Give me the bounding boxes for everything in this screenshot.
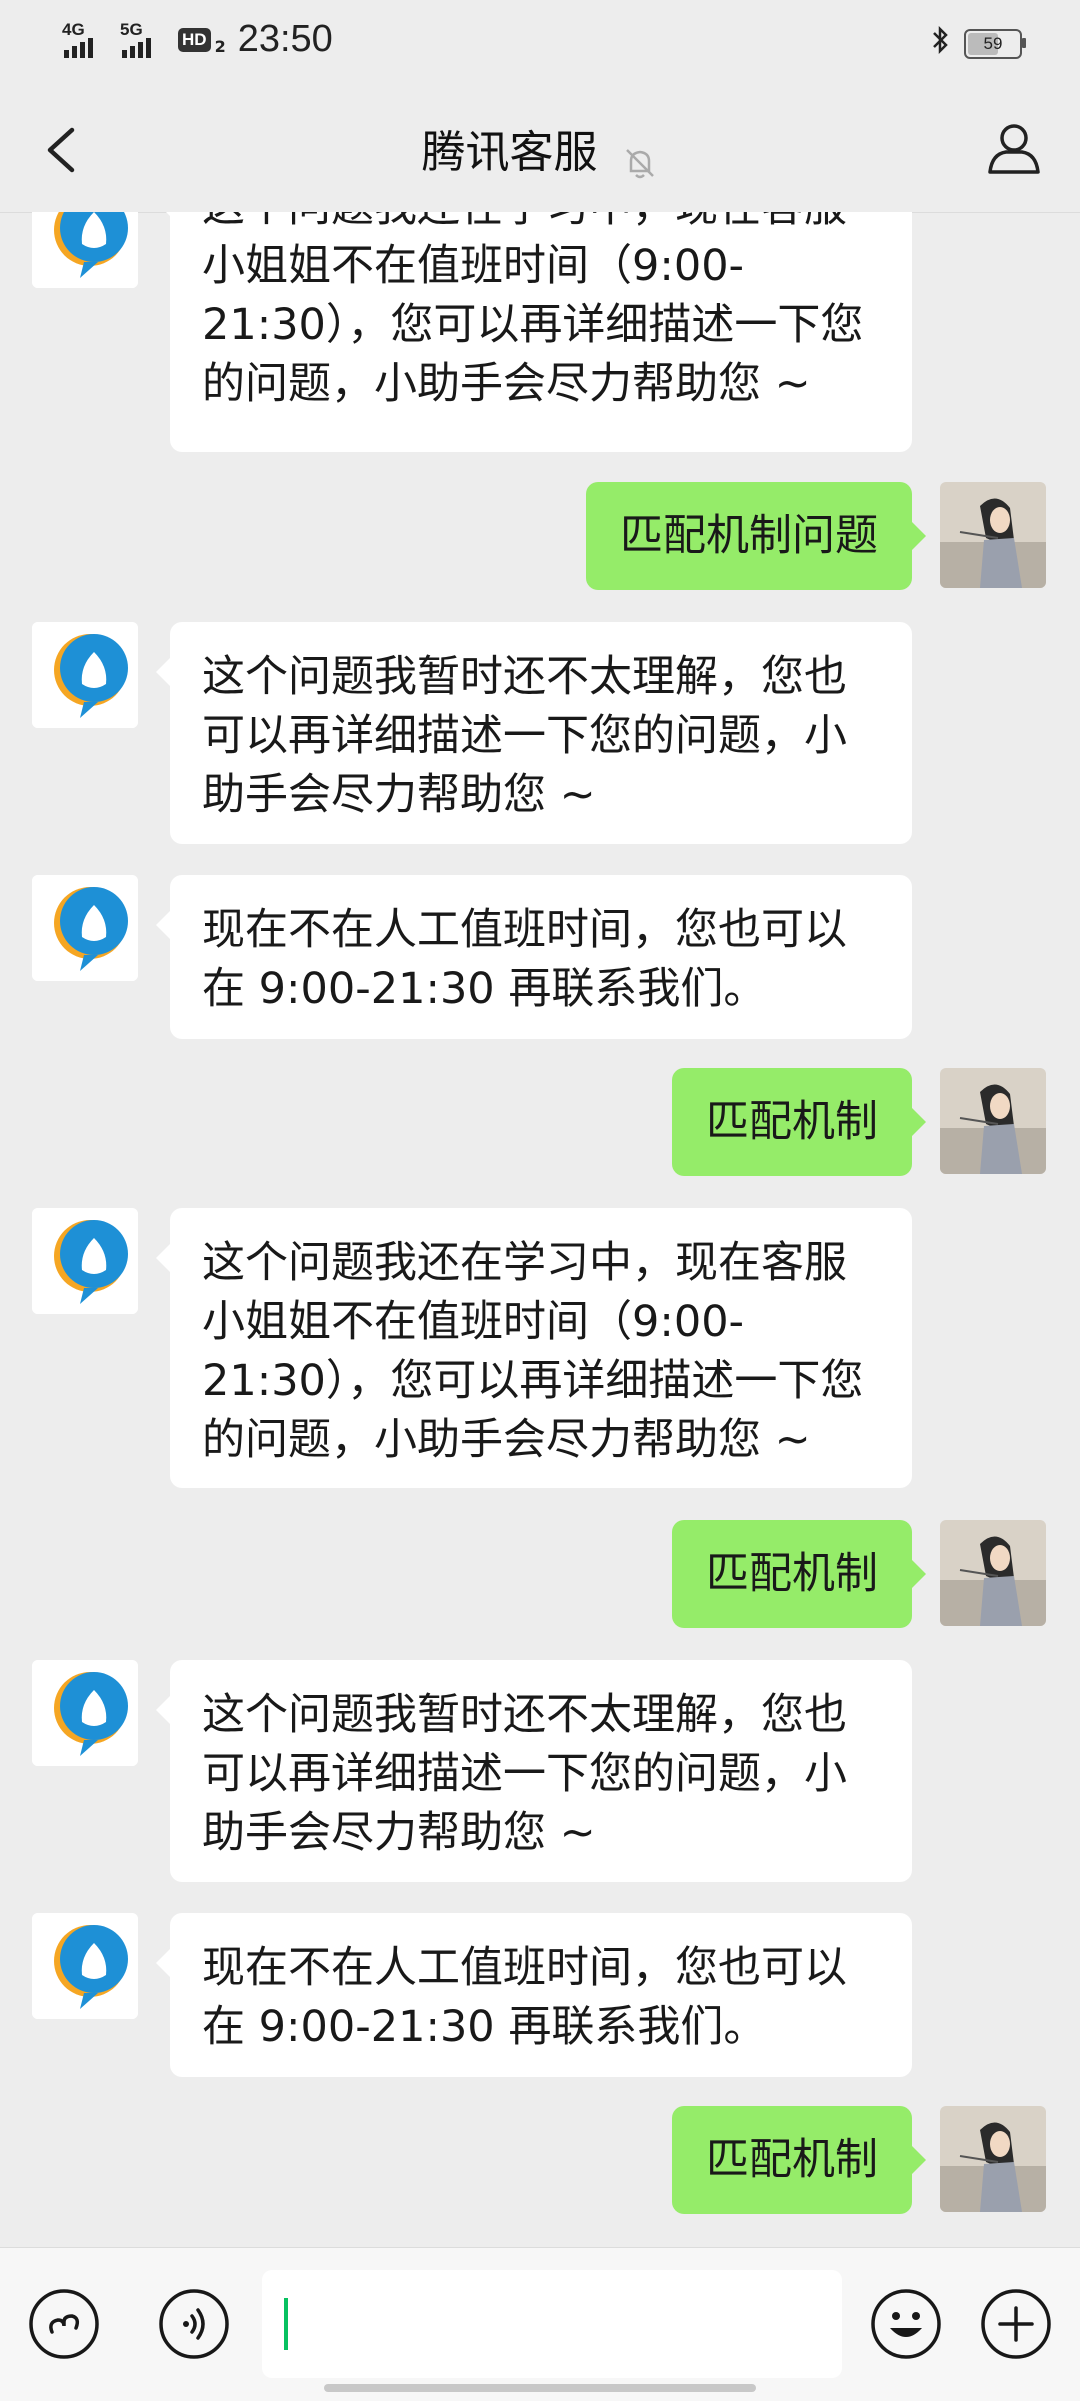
voice-icon xyxy=(159,2289,229,2359)
bot-avatar[interactable] xyxy=(32,622,138,728)
qq-bot-avatar-icon xyxy=(32,1208,138,1314)
user-avatar-image xyxy=(940,1520,1046,1626)
plus-button[interactable] xyxy=(980,2288,1052,2360)
message-bubble-bot[interactable]: 这个问题我暂时还不太理解，您也可以再详细描述一下您的问题，小助手会尽力帮助您 ~ xyxy=(156,622,912,844)
battery-level: 59 xyxy=(983,33,1003,53)
signal-label-5g: 5G xyxy=(120,19,143,39)
message-input[interactable] xyxy=(262,2270,842,2378)
user-avatar[interactable] xyxy=(940,2106,1046,2212)
page-title: 腾讯客服 xyxy=(421,127,598,178)
message-bubble-user[interactable]: 匹配机制 xyxy=(672,2106,926,2214)
input-bar xyxy=(0,2247,1080,2401)
user-avatar-image xyxy=(940,482,1046,588)
chat-area[interactable]: 这个问题我还在学习中，现在客服小姐姐不在值班时间（9:00-21:30），您可以… xyxy=(0,212,1080,2247)
nav-bar: 腾讯客服 xyxy=(0,84,1080,213)
signal-4g-icon: 4G xyxy=(62,20,108,60)
message-bubble-user[interactable]: 匹配机制问题 xyxy=(586,482,926,590)
message-bubble-bot[interactable]: 这个问题我还在学习中，现在客服小姐姐不在值班时间（9:00-21:30），您可以… xyxy=(156,1208,912,1488)
message-bubble-user[interactable]: 匹配机制 xyxy=(672,1520,926,1628)
message-bubble-bot[interactable]: 这个问题我还在学习中，现在客服小姐姐不在值班时间（9:00-21:30），您可以… xyxy=(156,212,912,452)
battery-icon: 59 xyxy=(964,28,1026,59)
bot-avatar[interactable] xyxy=(32,1660,138,1766)
text-caret xyxy=(284,2298,288,2350)
voice-button[interactable] xyxy=(158,2288,230,2360)
qq-bot-avatar-icon xyxy=(32,212,138,288)
bot-avatar[interactable] xyxy=(32,212,138,288)
qq-bot-avatar-icon xyxy=(32,622,138,728)
emoji-icon xyxy=(871,2289,941,2359)
hd-sub-label: 2 xyxy=(214,37,226,56)
qq-bot-avatar-icon xyxy=(32,1660,138,1766)
bot-avatar[interactable] xyxy=(32,875,138,981)
message-bubble-user[interactable]: 匹配机制 xyxy=(672,1068,926,1176)
hd-volte-icon: HD xyxy=(178,27,211,52)
user-avatar-image xyxy=(940,2106,1046,2212)
message-bubble-bot[interactable]: 现在不在人工值班时间，您也可以在 9:00-21:30 再联系我们。 xyxy=(156,875,912,1039)
profile-button[interactable] xyxy=(984,118,1044,178)
user-avatar[interactable] xyxy=(940,1068,1046,1174)
bot-avatar[interactable] xyxy=(32,1208,138,1314)
message-bubble-bot[interactable]: 这个问题我暂时还不太理解，您也可以再详细描述一下您的问题，小助手会尽力帮助您 ~ xyxy=(156,1660,912,1882)
qq-bot-avatar-icon xyxy=(32,1913,138,2019)
signal-5g-icon: 5G xyxy=(120,20,166,60)
plus-icon xyxy=(981,2289,1051,2359)
bluetooth-icon xyxy=(928,24,954,63)
qq-bot-avatar-icon xyxy=(32,875,138,981)
user-avatar[interactable] xyxy=(940,1520,1046,1626)
bell-off-icon xyxy=(625,148,654,178)
home-indicator[interactable] xyxy=(324,2384,756,2392)
link-icon xyxy=(29,2289,99,2359)
mini-program-button[interactable] xyxy=(28,2288,100,2360)
message-bubble-bot[interactable]: 现在不在人工值班时间，您也可以在 9:00-21:30 再联系我们。 xyxy=(156,1913,912,2077)
user-avatar-image xyxy=(940,1068,1046,1174)
bot-avatar[interactable] xyxy=(32,1913,138,2019)
clock: 23:50 xyxy=(237,18,333,60)
signal-label-4g: 4G xyxy=(62,19,85,39)
person-icon xyxy=(988,124,1040,174)
user-avatar[interactable] xyxy=(940,482,1046,588)
status-bar: 4G 5G HD 2 23:50 59 xyxy=(0,0,1080,84)
emoji-button[interactable] xyxy=(870,2288,942,2360)
